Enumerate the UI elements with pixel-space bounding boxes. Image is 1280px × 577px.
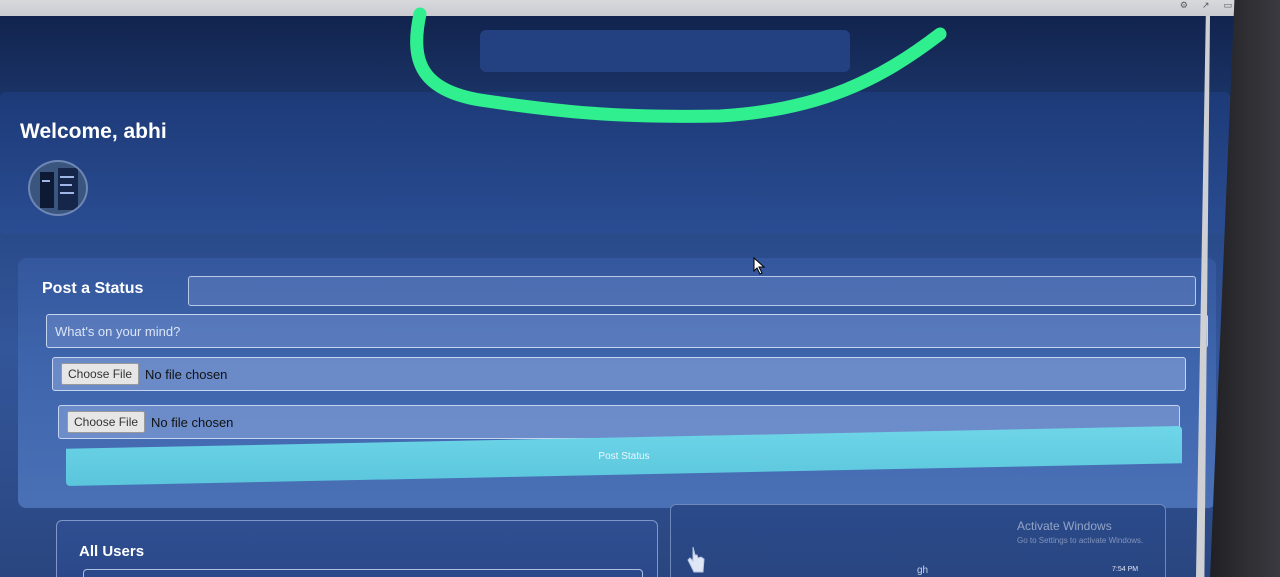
all-users-card: All Users	[56, 520, 658, 577]
top-navbar	[0, 16, 1280, 98]
status-top-field[interactable]	[188, 276, 1196, 306]
post-status-card: Post a Status Choose File No file chosen…	[18, 258, 1216, 508]
users-list[interactable]	[83, 569, 643, 577]
file-input-1[interactable]: Choose File No file chosen	[52, 357, 1186, 391]
side-panel-text: gh	[917, 565, 929, 576]
welcome-card: Welcome, abhi	[0, 92, 1230, 234]
all-users-title: All Users	[79, 543, 145, 560]
file-status-text: No file chosen	[145, 366, 228, 382]
share-icon[interactable]: ↗	[1202, 0, 1210, 10]
avatar-panel-left	[40, 172, 54, 208]
file-status-text: No file chosen	[151, 414, 234, 430]
choose-file-button[interactable]: Choose File	[67, 411, 146, 433]
profile-avatar[interactable]	[28, 160, 88, 216]
activate-windows-subtext: Go to Settings to activate Windows.	[1017, 536, 1144, 545]
hand-icon	[687, 546, 705, 573]
screen: ⚙ ↗ ▭ Welcome, abhi Post a Status Choose…	[0, 0, 1280, 577]
taskbar-clock: 7:54 PM	[1112, 566, 1139, 573]
cursor-arrow-icon	[753, 257, 766, 275]
welcome-title: Welcome, abhi	[20, 120, 167, 143]
avatar-panel-right	[58, 168, 78, 210]
choose-file-button[interactable]: Choose File	[61, 363, 140, 385]
post-status-title: Post a Status	[42, 280, 144, 297]
browser-toolbar: ⚙ ↗ ▭	[0, 0, 1280, 16]
side-panel-card: Activate Windows Go to Settings to activ…	[670, 504, 1166, 577]
activate-windows-watermark: Activate Windows	[1017, 519, 1112, 533]
avatar-line	[60, 192, 74, 194]
avatar-line	[42, 180, 50, 182]
status-text-input[interactable]	[46, 314, 1208, 348]
avatar-line	[60, 184, 72, 186]
window-icon[interactable]: ▭	[1223, 0, 1232, 10]
navbar-search-box[interactable]	[480, 30, 850, 72]
avatar-line	[60, 176, 74, 178]
extension-icon[interactable]: ⚙	[1180, 0, 1188, 10]
